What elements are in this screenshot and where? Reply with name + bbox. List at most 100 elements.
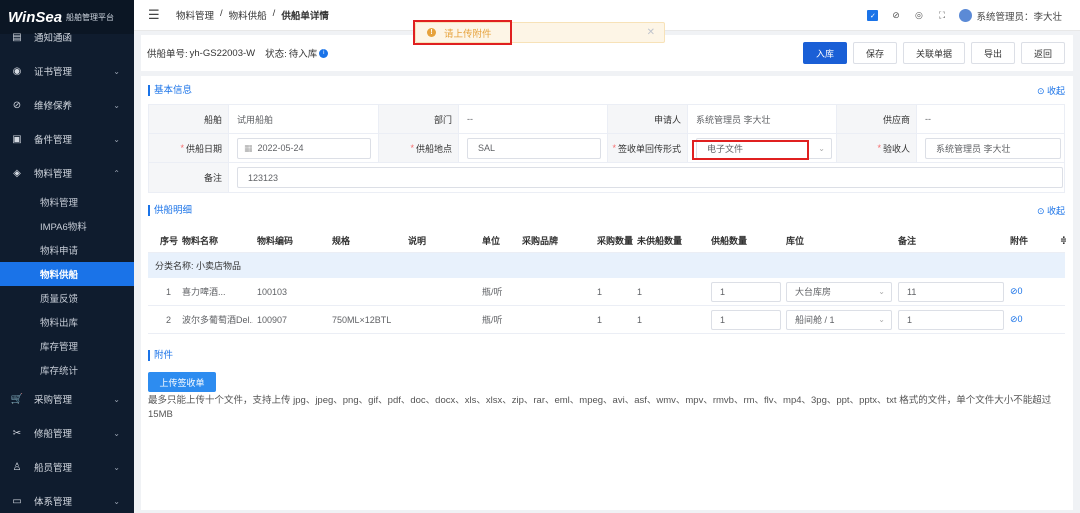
- spare-parts-icon: ▣: [12, 133, 22, 145]
- export-button[interactable]: 导出: [971, 42, 1015, 64]
- highlight-box: [413, 20, 512, 45]
- sidebar-item-label: 物料管理: [34, 169, 73, 180]
- chevron-icon: ⌄: [113, 100, 120, 110]
- remark-label: 备注: [149, 163, 229, 192]
- cart-icon: 🛒: [10, 393, 24, 405]
- column-settings-icon[interactable]: ≑: [1056, 235, 1066, 246]
- supply-qty-input[interactable]: 1: [711, 281, 781, 302]
- sidebar-item[interactable]: ⊘ 维修保养 ⌄: [0, 88, 134, 122]
- location-select[interactable]: 船间舱 / 1 ⌄: [786, 309, 892, 330]
- form-label: * 签收单回传形式: [608, 134, 688, 162]
- receiver-label-text: 验收人: [882, 143, 910, 154]
- system-icon: ▭: [12, 495, 22, 507]
- sidebar-subitem[interactable]: IMPA6物料: [0, 214, 134, 238]
- status-value: 待入库: [288, 49, 318, 60]
- save-button[interactable]: 保存: [853, 42, 897, 64]
- sidebar-item[interactable]: ▣ 备件管理 ⌄: [0, 122, 134, 156]
- crew-icon: ♙: [12, 461, 22, 473]
- sidebar-subitem[interactable]: 物料管理: [0, 190, 134, 214]
- back-button[interactable]: 返回: [1021, 42, 1065, 64]
- date-picker[interactable]: ▦ 2022-05-24: [237, 137, 371, 159]
- column-header: 物料名称: [182, 236, 219, 246]
- detail-table: 序号 物料名称 物料编码 规格 说明 单位 采购品牌 采购数量 未供船数量 供船数量 库位 备注 附件 ≑…: [148, 229, 1066, 334]
- maintenance-icon: ⊘: [12, 99, 22, 111]
- sidebar-subitem[interactable]: 物料供船: [0, 262, 134, 286]
- basic-collapse-toggle[interactable]: ⊙ 收起: [1037, 84, 1065, 97]
- grid-row: 备注 123123: [149, 163, 1064, 192]
- place-input[interactable]: SAL: [467, 137, 601, 159]
- sidebar-item[interactable]: ♙ 船员管理 ⌄: [0, 450, 134, 484]
- column-header: 采购品牌: [522, 236, 559, 246]
- attachment-count: 0: [1017, 314, 1023, 324]
- remark-input[interactable]: 1: [898, 309, 1004, 330]
- attachment-link[interactable]: ⊘0: [1006, 314, 1056, 325]
- cell-code: 100907: [257, 314, 288, 325]
- sidebar-subitem[interactable]: 物料申请: [0, 238, 134, 262]
- certificate-icon: ◉: [12, 65, 22, 77]
- receiver-input[interactable]: 系统管理员 李大壮: [925, 137, 1061, 159]
- sidebar-item[interactable]: 🛒 采购管理 ⌄: [0, 382, 134, 416]
- avatar: [959, 9, 973, 22]
- status-label: 状态:: [265, 49, 287, 60]
- ship-label: 船舶: [149, 105, 229, 133]
- action-buttons: 入库 保存 关联单据 导出 返回: [803, 42, 1065, 64]
- supplier-value: --: [925, 114, 931, 124]
- attachment-link[interactable]: ⊘0: [1006, 286, 1056, 297]
- column-header: 库位: [786, 236, 805, 246]
- checkbox-icon[interactable]: ✓: [867, 10, 879, 21]
- language-icon[interactable]: ◎: [913, 10, 924, 21]
- sidebar-item[interactable]: ◈ 物料管理 ⌃: [0, 156, 134, 190]
- supply-qty-input[interactable]: 1: [711, 309, 781, 330]
- date-label-text: 供船日期: [185, 143, 222, 154]
- cell-unit: 瓶/听: [482, 287, 503, 297]
- breadcrumb-current: 供船单详情: [281, 11, 329, 22]
- location-select[interactable]: 大台库房 ⌄: [786, 281, 892, 302]
- highlight-box: [692, 140, 809, 160]
- sidebar-item[interactable]: ◉ 证书管理 ⌄: [0, 54, 134, 88]
- collapse-label: 收起: [1046, 206, 1065, 216]
- sidebar-item[interactable]: ✂ 修船管理 ⌄: [0, 416, 134, 450]
- attachment-count: 0: [1017, 286, 1023, 296]
- column-header: 单位: [482, 236, 501, 246]
- sidebar-item[interactable]: ▤ 通知通函: [0, 20, 134, 54]
- category-row: 分类名称: 小卖店物品: [148, 253, 1065, 278]
- no-edit-icon[interactable]: ⊘: [890, 10, 901, 21]
- upload-signback-button[interactable]: 上传签收单: [148, 372, 216, 392]
- order-no: yh-GS22003-W: [189, 47, 256, 59]
- cell-code: 100103: [257, 286, 288, 297]
- sidebar-item-label: 体系管理: [34, 497, 73, 508]
- place-label: * 供船地点: [379, 134, 459, 162]
- user-menu[interactable]: 系统管理员：李大壮: [959, 9, 1062, 23]
- fullscreen-icon[interactable]: ⛶: [936, 10, 947, 21]
- sidebar-item-label: 采购管理: [34, 395, 73, 406]
- close-icon[interactable]: ✕: [647, 27, 655, 38]
- breadcrumb-item[interactable]: 物料供船: [229, 8, 267, 22]
- remark-input[interactable]: 123123: [237, 167, 1063, 188]
- breadcrumb: 物料管理 / 物料供船 / 供船单详情: [176, 8, 329, 22]
- remark-value: 123123: [248, 172, 279, 183]
- stock-in-button[interactable]: 入库: [803, 42, 847, 64]
- sidebar-item-label: 船员管理: [34, 463, 73, 474]
- cell-loc: 船间舱 / 1 ⌄: [782, 309, 894, 330]
- grid-row: 船舶 试用船舶 部门 -- 申请人 系统管理员 李大壮 供应商 --: [149, 105, 1064, 134]
- breadcrumb-item[interactable]: 物料管理: [176, 8, 214, 22]
- sidebar-subitem[interactable]: 库存统计: [0, 358, 134, 382]
- sidebar-subitem[interactable]: 物料出库: [0, 310, 134, 334]
- cell-qty: 1: [597, 286, 603, 297]
- chevron-icon: ⌃: [113, 168, 120, 178]
- tools-icon: ✂: [12, 427, 22, 439]
- breadcrumb-separator: /: [220, 8, 223, 19]
- detail-collapse-toggle[interactable]: ⊙ 收起: [1037, 204, 1065, 217]
- link-docs-button[interactable]: 关联单据: [903, 42, 965, 64]
- grid-row: * 供船日期 ▦ 2022-05-24 * 供船地点 SAL * 签收单回传形式 电子…: [149, 134, 1064, 163]
- sidebar-subitem[interactable]: 质量反馈: [0, 286, 134, 310]
- cell-loc: 大台库房 ⌄: [782, 281, 894, 302]
- column-header: 说明: [408, 236, 427, 246]
- menu-toggle-icon[interactable]: ☰: [148, 7, 162, 23]
- sidebar-subitem[interactable]: 库存管理: [0, 334, 134, 358]
- cell-remark: 11: [894, 281, 1006, 302]
- remark-input[interactable]: 11: [898, 281, 1004, 302]
- sidebar-item[interactable]: ▭ 体系管理 ⌄: [0, 484, 134, 513]
- status-info-icon[interactable]: i: [319, 48, 329, 58]
- table-row: 2 波尔多葡萄酒Del... 100907 750ML×12BTL 瓶/听 1 1 1 船间舱 …: [148, 306, 1065, 334]
